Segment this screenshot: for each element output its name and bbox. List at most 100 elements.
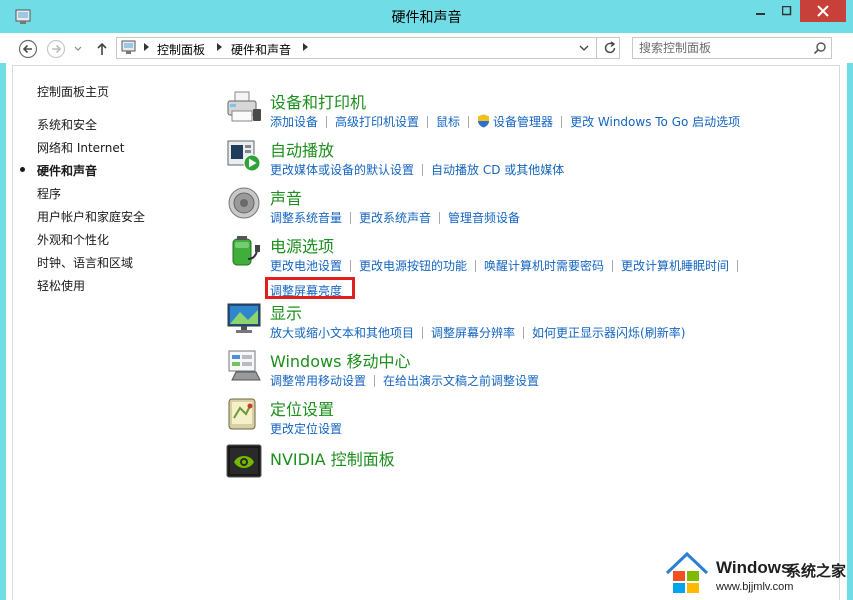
- sidebar-item-appearance[interactable]: 外观和个性化: [37, 231, 109, 248]
- watermark: Windows 系统之家 www.bjjmlv.com: [660, 548, 853, 600]
- active-bullet-icon: [20, 167, 25, 172]
- link-change-default-media[interactable]: 更改媒体或设备的默认设置: [270, 161, 414, 178]
- watermark-url: www.bjjmlv.com: [716, 581, 794, 593]
- watermark-brand: Windows: [716, 558, 791, 577]
- category-links: 更改媒体或设备的默认设置 自动播放 CD 或其他媒体: [270, 161, 564, 178]
- chevron-down-icon: [74, 46, 82, 51]
- link-require-password[interactable]: 唤醒计算机时需要密码: [484, 257, 604, 274]
- windows-logo-icon: [665, 551, 709, 593]
- link-divider: [737, 260, 739, 272]
- maximize-button[interactable]: [774, 0, 800, 22]
- link-refresh-rate[interactable]: 如何更正显示器闪烁(刷新率): [532, 324, 685, 341]
- highlighted-link-wrapper: 调整屏幕亮度: [265, 277, 355, 299]
- link-battery-settings[interactable]: 更改电池设置: [270, 257, 342, 274]
- battery-icon[interactable]: [226, 233, 262, 269]
- window-frame-right: [847, 33, 853, 600]
- link-divider: [350, 260, 352, 272]
- link-sleep-time[interactable]: 更改计算机睡眠时间: [621, 257, 729, 274]
- link-device-manager[interactable]: 设备管理器: [493, 113, 553, 130]
- link-autoplay-cd[interactable]: 自动播放 CD 或其他媒体: [431, 161, 564, 178]
- sidebar-item-ease-of-access[interactable]: 轻松使用: [37, 277, 85, 294]
- link-advanced-printer[interactable]: 高级打印机设置: [335, 113, 419, 130]
- link-divider: [326, 116, 328, 128]
- link-mouse[interactable]: 鼠标: [436, 113, 460, 130]
- breadcrumb-separator-icon[interactable]: [303, 43, 308, 51]
- link-divider: [422, 327, 424, 339]
- category-links: 更改电池设置 更改电源按钮的功能 唤醒计算机时需要密码 更改计算机睡眠时间: [270, 257, 746, 274]
- sidebar-item-user-accounts[interactable]: 用户帐户和家庭安全: [37, 208, 145, 225]
- location-icon[interactable]: [226, 396, 262, 432]
- category-links-row2: 调整屏幕亮度: [265, 277, 355, 299]
- close-button[interactable]: [800, 0, 846, 22]
- search-box[interactable]: [632, 37, 832, 59]
- link-presentation-settings[interactable]: 在给出演示文稿之前调整设置: [383, 372, 539, 389]
- search-input[interactable]: [639, 40, 809, 56]
- category-title[interactable]: Windows 移动中心: [270, 348, 411, 372]
- category-title[interactable]: 设备和打印机: [270, 89, 366, 113]
- forward-arrow-icon: [46, 39, 66, 59]
- link-manage-audio[interactable]: 管理音频设备: [448, 209, 520, 226]
- category-title[interactable]: 定位设置: [270, 396, 334, 420]
- category-links: 添加设备 高级打印机设置 鼠标 设备管理器 更改 Windows To Go 启动选项: [270, 113, 740, 130]
- address-bar[interactable]: 控制面板 硬件和声音: [116, 37, 620, 59]
- breadcrumb-hardware-sound[interactable]: 硬件和声音: [231, 41, 291, 58]
- sidebar-item-hardware-sound[interactable]: 硬件和声音: [20, 162, 98, 179]
- link-divider: [427, 116, 429, 128]
- link-windows-to-go[interactable]: 更改 Windows To Go 启动选项: [570, 113, 740, 130]
- category-title[interactable]: 声音: [270, 185, 302, 209]
- breadcrumb-control-panel[interactable]: 控制面板: [157, 41, 205, 58]
- back-button[interactable]: [18, 39, 38, 59]
- category-title[interactable]: NVIDIA 控制面板: [270, 446, 395, 470]
- link-divider: [350, 212, 352, 224]
- sidebar-item-programs[interactable]: 程序: [37, 185, 61, 202]
- link-adjust-volume[interactable]: 调整系统音量: [270, 209, 342, 226]
- speaker-icon[interactable]: [226, 185, 262, 221]
- navigation-bar: 控制面板 硬件和声音: [0, 33, 853, 63]
- highlight-box: [265, 277, 355, 299]
- link-divider: [374, 375, 376, 387]
- link-divider: [475, 260, 477, 272]
- link-resolution[interactable]: 调整屏幕分辨率: [431, 324, 515, 341]
- minimize-button[interactable]: [748, 0, 774, 22]
- search-icon[interactable]: [813, 41, 827, 55]
- sidebar-item-system-security[interactable]: 系统和安全: [37, 116, 97, 133]
- category-links: 放大或缩小文本和其他项目 调整屏幕分辨率 如何更正显示器闪烁(刷新率): [270, 324, 685, 341]
- sidebar-item-network[interactable]: 网络和 Internet: [37, 139, 124, 156]
- recent-locations-button[interactable]: [72, 39, 84, 59]
- sidebar-item-clock-region[interactable]: 时钟、语言和区域: [37, 254, 133, 271]
- address-dropdown-icon[interactable]: [579, 43, 589, 53]
- link-mobility-settings[interactable]: 调整常用移动设置: [270, 372, 366, 389]
- sidebar-item-label: 硬件和声音: [37, 164, 98, 178]
- display-icon[interactable]: [226, 300, 262, 336]
- printer-icon[interactable]: [226, 89, 262, 125]
- link-text-size[interactable]: 放大或缩小文本和其他项目: [270, 324, 414, 341]
- sidebar-item-home[interactable]: 控制面板主页: [37, 83, 109, 100]
- maximize-icon: [782, 6, 792, 16]
- link-add-device[interactable]: 添加设备: [270, 113, 318, 130]
- link-divider: [439, 212, 441, 224]
- link-change-location[interactable]: 更改定位设置: [270, 420, 342, 437]
- category-title[interactable]: 电源选项: [270, 233, 334, 257]
- window-frame-left: [0, 33, 6, 600]
- control-panel-icon: [121, 40, 136, 54]
- breadcrumb-separator-icon[interactable]: [144, 43, 149, 51]
- back-arrow-icon: [18, 39, 38, 59]
- nvidia-icon[interactable]: [226, 444, 262, 480]
- refresh-button[interactable]: [596, 37, 622, 59]
- link-power-buttons[interactable]: 更改电源按钮的功能: [359, 257, 467, 274]
- category-title[interactable]: 自动播放: [270, 137, 334, 161]
- link-divider: [523, 327, 525, 339]
- close-icon: [817, 5, 829, 17]
- mobility-center-icon[interactable]: [226, 348, 262, 384]
- category-links: 更改定位设置: [270, 420, 342, 437]
- category-links: 调整系统音量 更改系统声音 管理音频设备: [270, 209, 520, 226]
- forward-button[interactable]: [46, 39, 66, 59]
- autoplay-icon[interactable]: [226, 137, 262, 173]
- category-title[interactable]: 显示: [270, 300, 302, 324]
- up-button[interactable]: [94, 39, 110, 59]
- minimize-icon: [756, 13, 765, 15]
- link-divider: [468, 116, 470, 128]
- breadcrumb-separator-icon[interactable]: [217, 43, 222, 51]
- title-bar: 硬件和声音: [0, 0, 853, 33]
- link-change-sounds[interactable]: 更改系统声音: [359, 209, 431, 226]
